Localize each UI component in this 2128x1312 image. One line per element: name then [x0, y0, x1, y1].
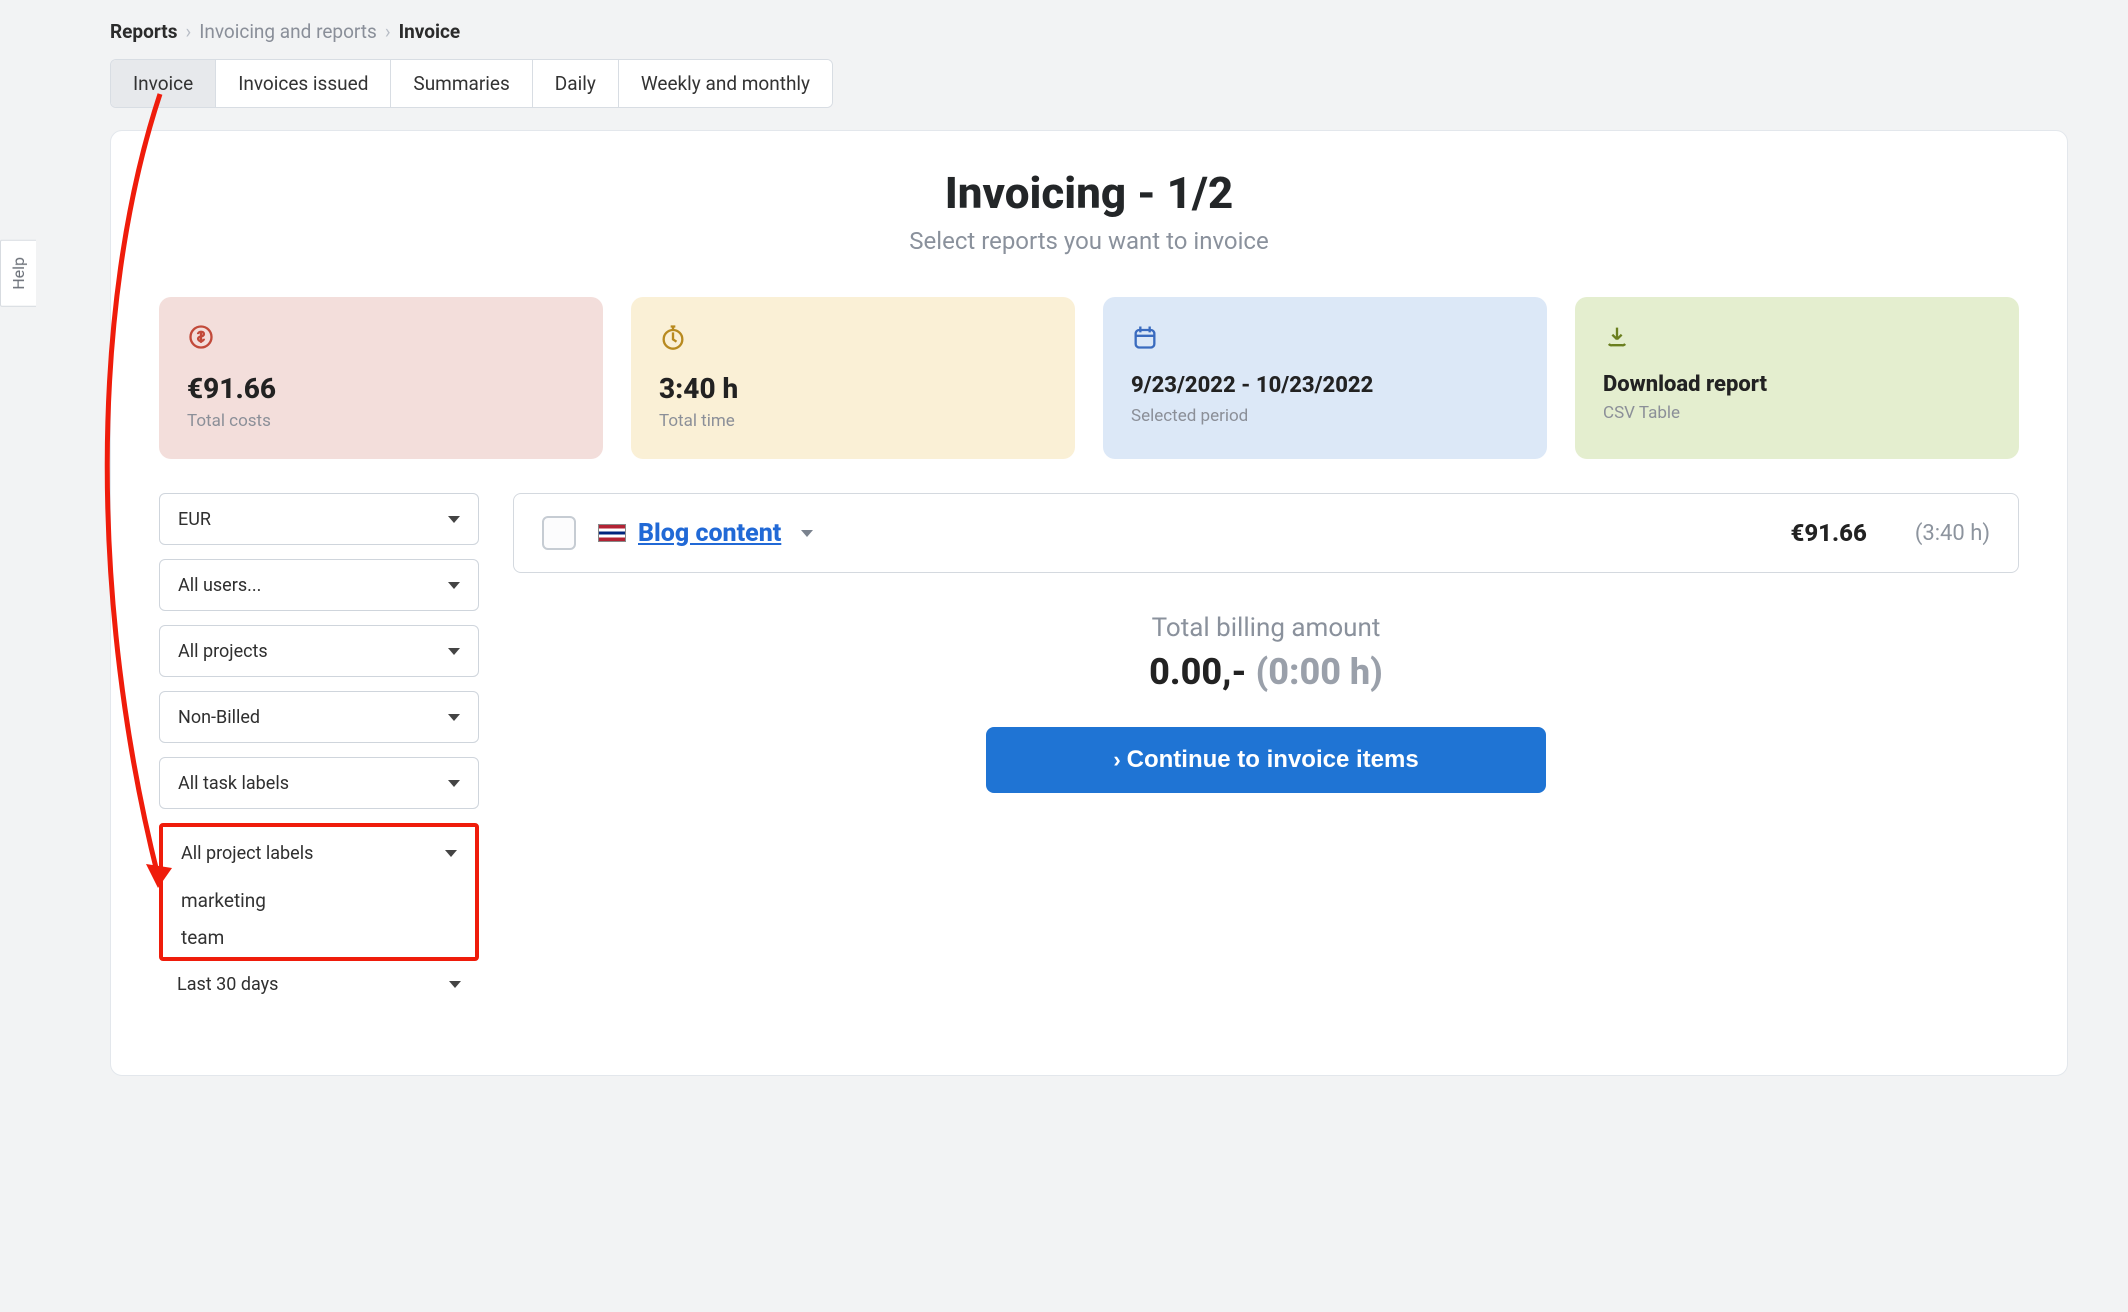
stopwatch-icon — [659, 323, 687, 351]
project-label-option-team[interactable]: team — [163, 916, 475, 953]
filter-project-labels[interactable]: All project labels — [163, 827, 475, 879]
filter-users-label: All users... — [178, 575, 261, 596]
caret-down-icon — [448, 516, 460, 523]
caret-down-icon — [801, 530, 813, 537]
filter-currency-label: EUR — [178, 509, 211, 530]
caret-down-icon — [449, 981, 461, 988]
report-name-label: Blog content — [638, 519, 781, 548]
report-time: (3:40 h) — [1915, 521, 1990, 546]
chevron-right-icon: › — [1113, 747, 1120, 773]
stat-period-value: 9/23/2022 - 10/23/2022 — [1131, 372, 1519, 400]
stat-period[interactable]: 9/23/2022 - 10/23/2022 Selected period — [1103, 297, 1547, 459]
report-checkbox[interactable] — [542, 516, 576, 550]
breadcrumb-current: Invoice — [399, 20, 461, 43]
filter-billed-label: Non-Billed — [178, 707, 260, 728]
chevron-right-icon: › — [185, 20, 191, 43]
page-subtitle: Select reports you want to invoice — [159, 227, 2019, 255]
tab-invoice[interactable]: Invoice — [111, 60, 216, 107]
caret-down-icon — [445, 850, 457, 857]
filter-billed[interactable]: Non-Billed — [159, 691, 479, 743]
stat-costs-value: €91.66 — [187, 372, 575, 405]
filter-date-range[interactable]: Last 30 days — [159, 961, 479, 1001]
caret-down-icon — [448, 780, 460, 787]
filters-column: EUR All users... All projects Non-Billed… — [159, 493, 479, 1015]
billing-summary: Total billing amount 0.00,- (0:00 h) › C… — [513, 613, 2019, 793]
tab-daily[interactable]: Daily — [533, 60, 619, 107]
caret-down-icon — [448, 648, 460, 655]
continue-button-label: Continue to invoice items — [1127, 746, 1419, 774]
stats-row: €91.66 Total costs 3:40 h Total time 9/2… — [159, 297, 2019, 459]
project-label-option-marketing[interactable]: marketing — [163, 879, 475, 916]
filter-task-labels-label: All task labels — [178, 773, 289, 794]
caret-down-icon — [448, 582, 460, 589]
calendar-icon — [1131, 323, 1159, 351]
stat-costs-label: Total costs — [187, 411, 575, 431]
chevron-right-icon: › — [385, 20, 391, 43]
stat-download-value: Download report — [1603, 372, 1991, 397]
stat-download-label: CSV Table — [1603, 403, 1991, 423]
help-tab[interactable]: Help — [0, 240, 36, 307]
breadcrumb: Reports › Invoicing and reports › Invoic… — [110, 20, 2068, 43]
filter-date-range-label: Last 30 days — [177, 974, 278, 995]
continue-button[interactable]: › Continue to invoice items — [986, 727, 1546, 793]
billing-time: (0:00 h) — [1256, 651, 1383, 693]
breadcrumb-root[interactable]: Reports — [110, 20, 177, 43]
dollar-circle-icon — [187, 323, 215, 351]
stat-period-label: Selected period — [1131, 406, 1519, 426]
filter-projects-label: All projects — [178, 641, 268, 662]
stat-time-value: 3:40 h — [659, 372, 1047, 405]
invoice-card: Invoicing - 1/2 Select reports you want … — [110, 130, 2068, 1076]
filter-currency[interactable]: EUR — [159, 493, 479, 545]
report-link[interactable]: Blog content — [598, 519, 813, 548]
filter-task-labels[interactable]: All task labels — [159, 757, 479, 809]
filter-project-labels-open: All project labels marketing team — [159, 823, 479, 961]
caret-down-icon — [448, 714, 460, 721]
stat-time-label: Total time — [659, 411, 1047, 431]
breadcrumb-mid[interactable]: Invoicing and reports — [199, 20, 377, 43]
billing-amount: 0.00,- — [1149, 651, 1246, 693]
billing-label: Total billing amount — [513, 613, 2019, 643]
flag-uk-icon — [598, 524, 626, 542]
report-row: Blog content €91.66 (3:40 h) — [513, 493, 2019, 573]
stat-download[interactable]: Download report CSV Table — [1575, 297, 2019, 459]
tabs: Invoice Invoices issued Summaries Daily … — [110, 59, 833, 108]
tab-summaries[interactable]: Summaries — [391, 60, 532, 107]
report-amount: €91.66 — [1791, 519, 1867, 547]
stat-time: 3:40 h Total time — [631, 297, 1075, 459]
filter-projects[interactable]: All projects — [159, 625, 479, 677]
page-title: Invoicing - 1/2 — [159, 167, 2019, 219]
tab-weekly-monthly[interactable]: Weekly and monthly — [619, 60, 832, 107]
tab-invoices-issued[interactable]: Invoices issued — [216, 60, 391, 107]
filter-users[interactable]: All users... — [159, 559, 479, 611]
download-icon — [1603, 323, 1631, 351]
stat-costs: €91.66 Total costs — [159, 297, 603, 459]
filter-project-labels-label: All project labels — [181, 843, 313, 864]
